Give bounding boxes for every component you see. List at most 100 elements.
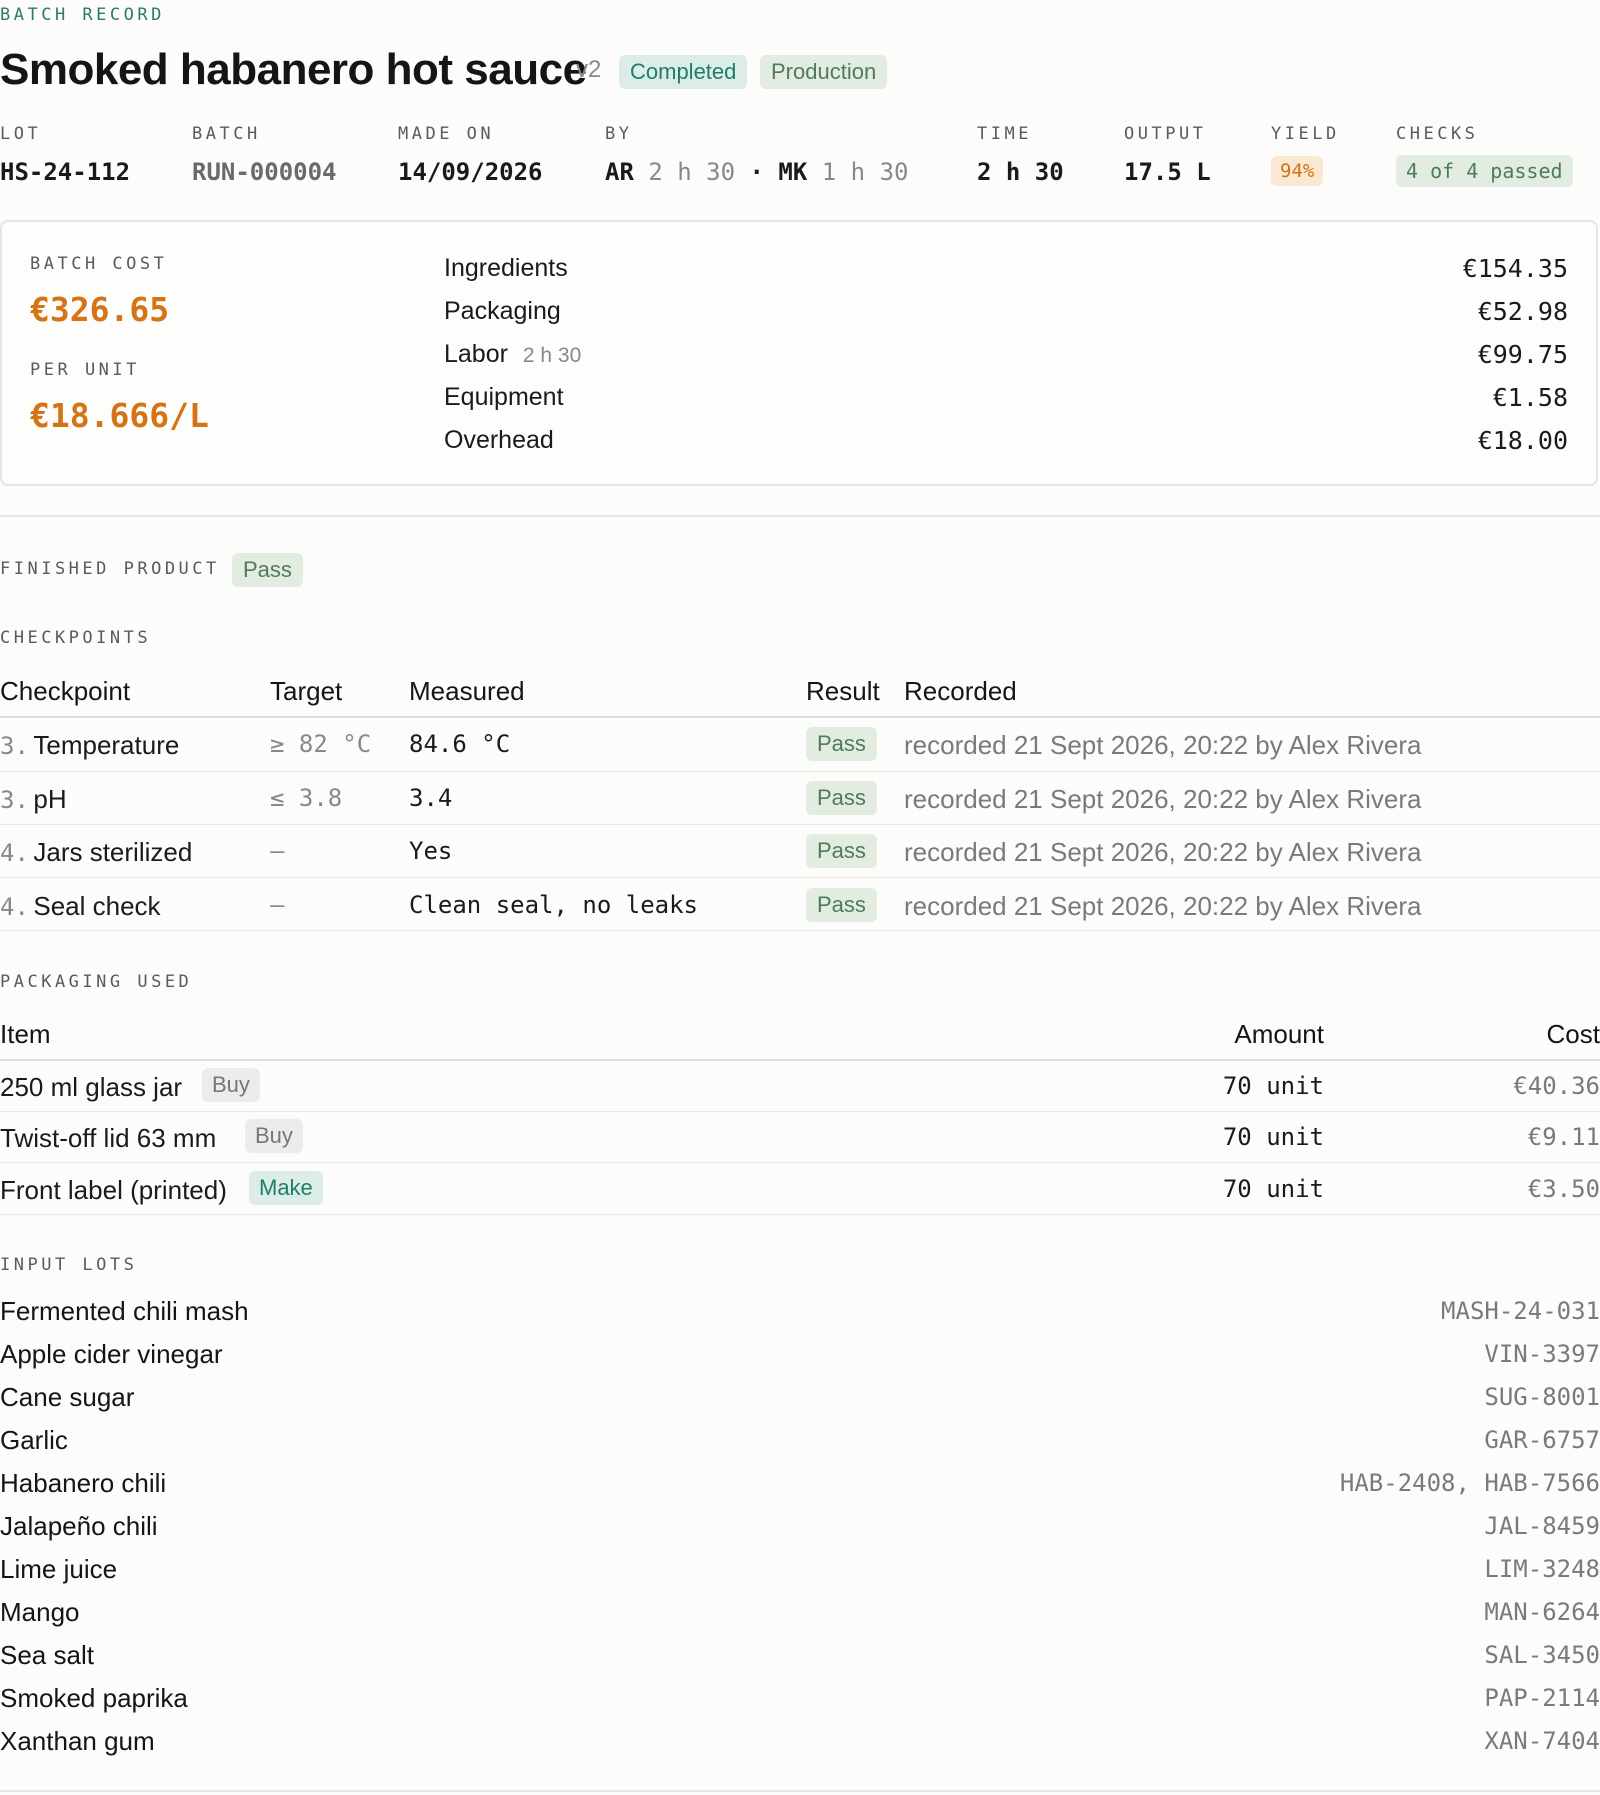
make-tag: Make [249, 1171, 323, 1205]
cost-labor-label: Labor 2 h 30 [444, 340, 581, 369]
packaging-item-name: 250 ml glass jar [0, 1072, 183, 1102]
cost-labor-text: Labor [444, 340, 508, 368]
col-recorded: Recorded [904, 676, 1017, 706]
input-lot-name: Smoked paprika [0, 1683, 188, 1713]
buy-tag: Buy [245, 1119, 303, 1153]
yield-badge: 94% [1271, 156, 1324, 186]
cost-overhead-label: Overhead [444, 426, 554, 454]
input-lot-name: Lime juice [0, 1554, 118, 1584]
packaging-amount: 70 unit [1222, 1072, 1324, 1100]
table-row: 4. Seal check [0, 891, 161, 922]
time-label: TIME [977, 124, 1032, 144]
input-lot-code: PAP-2114 [1484, 1684, 1600, 1712]
checkpoint-step: 4. [0, 839, 29, 867]
checkpoint-recorded: recorded 21 Sept 2026, 20:22 by Alex Riv… [904, 837, 1422, 867]
checkpoint-name: Seal check [33, 891, 161, 921]
batch-cost-label: BATCH COST [30, 254, 168, 274]
table-row: 3. Temperature [0, 730, 179, 761]
buy-tag: Buy [202, 1068, 260, 1102]
row-divider [0, 877, 1600, 878]
checkpoint-measured: 3.4 [409, 784, 453, 812]
page-eyebrow: BATCH RECORD [0, 5, 165, 25]
checkpoint-recorded: recorded 21 Sept 2026, 20:22 by Alex Riv… [904, 730, 1422, 760]
yield-label: YIELD [1271, 124, 1340, 144]
checkpoint-result-badge: Pass [806, 888, 877, 922]
checkpoint-measured: Clean seal, no leaks [409, 891, 698, 919]
cost-packaging-label: Packaging [444, 297, 561, 325]
page-title: Smoked habanero hot sauce [0, 45, 587, 94]
by-value: AR 2 h 30 · MK 1 h 30 [605, 158, 908, 186]
version-label: v2 [576, 56, 602, 83]
input-lot-name: Cane sugar [0, 1382, 135, 1412]
input-lot-name: Xanthan gum [0, 1726, 155, 1756]
finished-product-label: FINISHED PRODUCT [0, 559, 220, 579]
checkpoint-target: ≥ 82 °C [270, 730, 372, 758]
input-lot-code: MAN-6264 [1484, 1598, 1600, 1626]
made-on-label: MADE ON [398, 124, 495, 144]
col-target: Target [270, 676, 343, 706]
row-divider [0, 771, 1600, 772]
packaging-item-name: Twist-off lid 63 mm [0, 1123, 217, 1153]
operator-2-time: 1 h 30 [821, 158, 909, 186]
input-lot-name: Garlic [0, 1425, 68, 1455]
cost-overhead-value: €18.00 [1477, 426, 1568, 455]
status-badge: Completed [619, 55, 748, 89]
input-lot-code: VIN-3397 [1484, 1340, 1600, 1368]
input-lot-code: JAL-8459 [1484, 1512, 1600, 1540]
checks-badge: 4 of 4 passed [1396, 155, 1573, 187]
checkpoint-result-badge: Pass [806, 727, 877, 761]
input-lot-name: Fermented chili mash [0, 1296, 249, 1326]
cost-equipment-value: €1.58 [1492, 383, 1568, 412]
table-header-divider [0, 716, 1600, 718]
checkpoint-target: – [270, 891, 285, 919]
cost-packaging-value: €52.98 [1477, 297, 1568, 326]
row-divider [0, 824, 1600, 825]
batch-value: RUN-000004 [192, 158, 337, 186]
checkpoints-label: CHECKPOINTS [0, 628, 152, 648]
cost-labor-value: €99.75 [1477, 340, 1568, 369]
cost-card: BATCH COST €326.65 PER UNIT €18.666/L In… [0, 220, 1598, 486]
input-lot-code: SUG-8001 [1484, 1383, 1600, 1411]
batch-label: BATCH [192, 124, 261, 144]
output-value: 17.5 L [1124, 158, 1211, 186]
input-lot-code: XAN-7404 [1484, 1727, 1600, 1755]
input-lot-code: HAB-2408, HAB-7566 [1339, 1469, 1600, 1497]
table-row: 4. Jars sterilized [0, 837, 192, 868]
packaging-cost: €40.36 [1513, 1072, 1600, 1100]
checkpoint-target: ≤ 3.8 [270, 784, 343, 812]
section-divider [0, 515, 1600, 517]
packaging-amount: 70 unit [1222, 1175, 1324, 1203]
col-checkpoint: Checkpoint [0, 676, 131, 706]
packaging-cost: €3.50 [1527, 1175, 1600, 1203]
checkpoint-step: 4. [0, 893, 29, 921]
input-lot-name: Apple cider vinegar [0, 1339, 223, 1369]
operator-separator: · [749, 158, 764, 186]
packaging-label: PACKAGING USED [0, 972, 193, 992]
row-divider [0, 1111, 1600, 1112]
col-result: Result [806, 676, 880, 706]
checkpoint-result-badge: Pass [806, 834, 877, 868]
table-header-divider [0, 1059, 1600, 1061]
packaging-amount: 70 unit [1222, 1123, 1324, 1151]
cost-ingredients-label: Ingredients [444, 254, 568, 282]
input-lot-code: MASH-24-031 [1441, 1297, 1600, 1325]
cost-labor-hours: 2 h 30 [522, 344, 582, 367]
finished-product-badge: Pass [232, 553, 303, 587]
checkpoint-result-badge: Pass [806, 781, 877, 815]
checks-label: CHECKS [1396, 124, 1479, 144]
col-cost: Cost [1546, 1019, 1600, 1049]
checkpoint-name: Jars sterilized [33, 837, 193, 867]
row-divider [0, 1214, 1600, 1215]
checkpoint-target: – [270, 837, 285, 865]
row-divider [0, 930, 1600, 931]
input-lot-code: GAR-6757 [1484, 1426, 1600, 1454]
checkpoint-name: pH [33, 784, 67, 814]
by-label: BY [605, 124, 633, 144]
input-lot-name: Mango [0, 1597, 80, 1627]
input-lot-code: LIM-3248 [1484, 1555, 1600, 1583]
input-lots-label: INPUT LOTS [0, 1255, 138, 1275]
table-row: 3. pH [0, 784, 67, 815]
packaging-item-name: Front label (printed) [0, 1175, 227, 1205]
checkpoint-measured: Yes [409, 837, 453, 865]
time-value: 2 h 30 [977, 158, 1064, 186]
